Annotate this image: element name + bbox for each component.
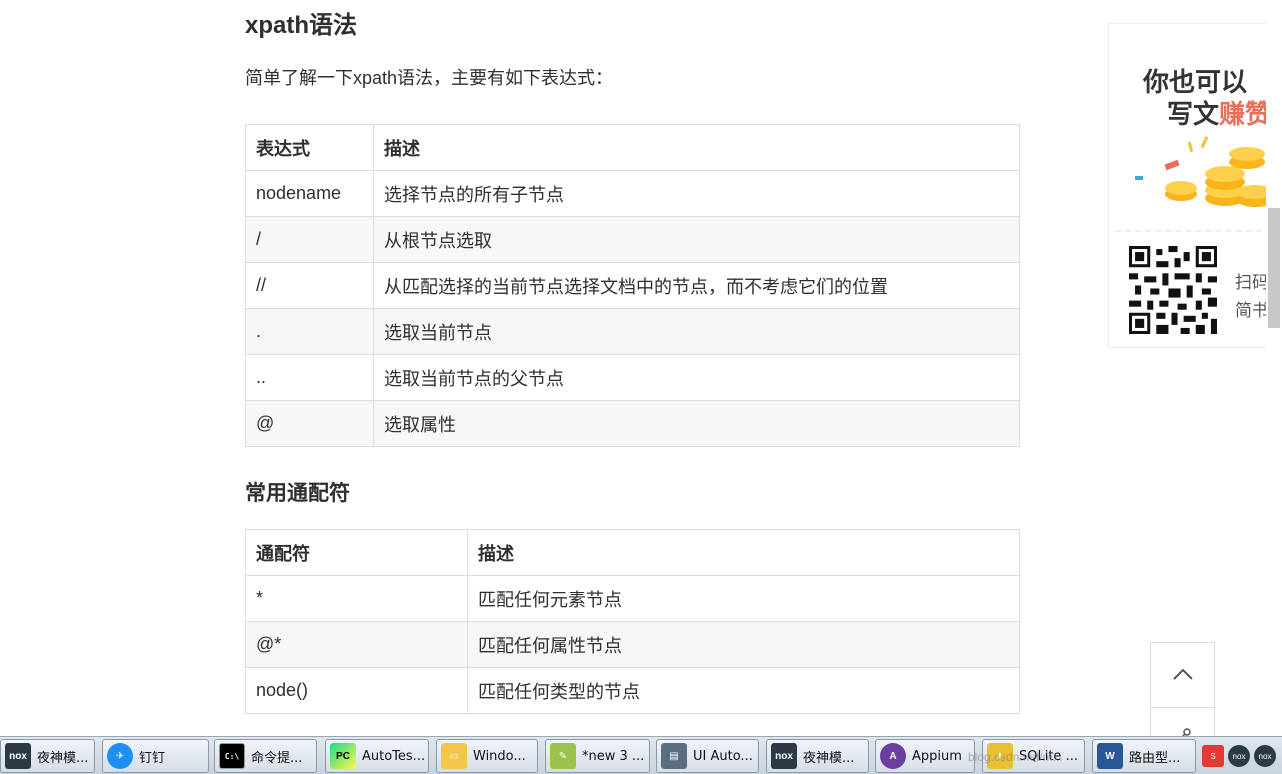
table-row: node() 匹配任何类型的节点 (245, 667, 1020, 714)
table-header-row: 表达式 描述 (245, 124, 1020, 171)
table-cell: 匹配任何类型的节点 (467, 667, 1020, 714)
taskbar-item-dingtalk[interactable]: ✈ 钉钉 (102, 739, 209, 773)
nox-tray-icon[interactable]: nox (1228, 745, 1250, 767)
taskbar-item-label: 钉钉 (139, 750, 166, 766)
explorer-icon: ▭ (441, 743, 467, 769)
table-cell: // (245, 262, 374, 309)
taskbar-item-label: AutoTes... (362, 748, 426, 764)
pycharm-icon: PC (330, 743, 356, 769)
ad-subheadline-accent: 赚赞 (1219, 99, 1272, 129)
table-cell: . (245, 308, 374, 355)
side-ad[interactable]: 你也可以 写文赚赞 扫码 简书 (1108, 23, 1282, 348)
nox-icon: nox (771, 743, 797, 769)
cmd-icon: C:\ (219, 743, 245, 769)
watermark-text: blog.csdn.net/m... (968, 750, 1063, 764)
table-header-cell: 表达式 (245, 124, 374, 171)
taskbar-item-cmd[interactable]: C:\ 命令提... (214, 739, 317, 773)
table-row: / 从根节点选取 (245, 216, 1020, 263)
ad-subheadline: 写文赚赞 (1167, 94, 1271, 131)
table-cell: 选取当前节点的父节点 (373, 354, 1020, 401)
table-header-cell: 通配符 (245, 529, 468, 576)
table-row: // 从匹配选择的当前节点选择文档中的节点，而不考虑它们的位置 (245, 262, 1020, 309)
table-cell: 从根节点选取 (373, 216, 1020, 263)
taskbar-item-label: Appium (912, 748, 962, 764)
table-cell: 选取当前节点 (373, 308, 1020, 355)
windows-taskbar: nox 夜神模... ✈ 钉钉 C:\ 命令提... PC AutoTes...… (0, 736, 1282, 774)
taskbar-item-label: 夜神模... (37, 750, 89, 766)
expressions-table: 表达式 描述 nodename 选择节点的所有子节点 / 从根节点选取 // 从… (245, 124, 1020, 447)
taskbar-item-appium[interactable]: A Appium (875, 739, 975, 773)
taskbar-item-label: 命令提... (251, 750, 303, 766)
table-row: @* 匹配任何属性节点 (245, 621, 1020, 668)
table-row: @ 选取属性 (245, 400, 1020, 447)
table-row: .. 选取当前节点的父节点 (245, 354, 1020, 401)
share-button[interactable] (1150, 707, 1215, 737)
table-cell: 从匹配选择的当前节点选择文档中的节点，而不考虑它们的位置 (373, 262, 1020, 309)
ad-caption: 扫码 (1235, 273, 1269, 292)
page-heading: xpath语法 (245, 12, 358, 39)
taskbar-item-label: 夜神模... (803, 750, 855, 766)
page-scrollbar[interactable] (1266, 0, 1282, 736)
table-header-cell: 描述 (373, 124, 1020, 171)
coins-illustration (1135, 136, 1273, 207)
table-cell: nodename (245, 170, 374, 217)
table-row: * 匹配任何元素节点 (245, 575, 1020, 622)
taskbar-item-explorer[interactable]: ▭ Windo... (436, 739, 538, 773)
taskbar-item-uiautomator[interactable]: ▤ UI Auto... (656, 739, 759, 773)
system-tray: S nox nox (1198, 739, 1282, 773)
scrollbar-thumb[interactable] (1268, 208, 1280, 328)
taskbar-item-label: Windo... (473, 748, 526, 764)
share-icon (1180, 728, 1191, 737)
table-cell: 选取属性 (373, 400, 1020, 447)
nox-tray-icon[interactable]: nox (1254, 745, 1276, 767)
table-cell: * (245, 575, 468, 622)
taskbar-item-label: *new 3 ... (582, 748, 645, 764)
taskbar-item-nox-1[interactable]: nox 夜神模... (0, 739, 95, 773)
table-cell: .. (245, 354, 374, 401)
uiautomator-icon: ▤ (661, 743, 687, 769)
taskbar-item-word[interactable]: W 路由型... (1092, 739, 1196, 773)
table-header-row: 通配符 描述 (245, 529, 1020, 576)
wildcard-table: 通配符 描述 * 匹配任何元素节点 @* 匹配任何属性节点 node() 匹配任… (245, 529, 1020, 714)
sogou-ime-icon[interactable]: S (1202, 745, 1224, 767)
table-cell: node() (245, 667, 468, 714)
taskbar-item-label: UI Auto... (693, 748, 753, 764)
table-header-cell: 描述 (467, 529, 1020, 576)
back-to-top-button[interactable] (1150, 642, 1215, 708)
table-cell: @* (245, 621, 468, 668)
nox-icon: nox (5, 743, 31, 769)
table-cell: / (245, 216, 374, 263)
taskbar-item-label: 路由型... (1129, 750, 1181, 766)
ad-divider (1115, 230, 1282, 232)
word-icon: W (1097, 743, 1123, 769)
dingtalk-icon: ✈ (107, 743, 133, 769)
wildcard-heading: 常用通配符 (245, 482, 350, 505)
taskbar-item-notepad[interactable]: ✎ *new 3 ... (545, 739, 650, 773)
table-cell: 匹配任何元素节点 (467, 575, 1020, 622)
taskbar-item-nox-2[interactable]: nox 夜神模... (766, 739, 869, 773)
table-row: nodename 选择节点的所有子节点 (245, 170, 1020, 217)
notepad-icon: ✎ (550, 743, 576, 769)
taskbar-item-pycharm[interactable]: PC AutoTes... (325, 739, 429, 773)
table-cell: @ (245, 400, 374, 447)
ad-subheadline-prefix: 写文 (1167, 99, 1220, 129)
ad-caption: 简书 (1235, 301, 1269, 320)
chevron-up-icon (1173, 668, 1193, 680)
appium-icon: A (880, 743, 906, 769)
table-cell: 匹配任何属性节点 (467, 621, 1020, 668)
table-cell: 选择节点的所有子节点 (373, 170, 1020, 217)
qr-code-icon (1129, 246, 1217, 334)
intro-paragraph: 简单了解一下xpath语法，主要有如下表达式： (245, 68, 614, 88)
table-row: . 选取当前节点 (245, 308, 1020, 355)
